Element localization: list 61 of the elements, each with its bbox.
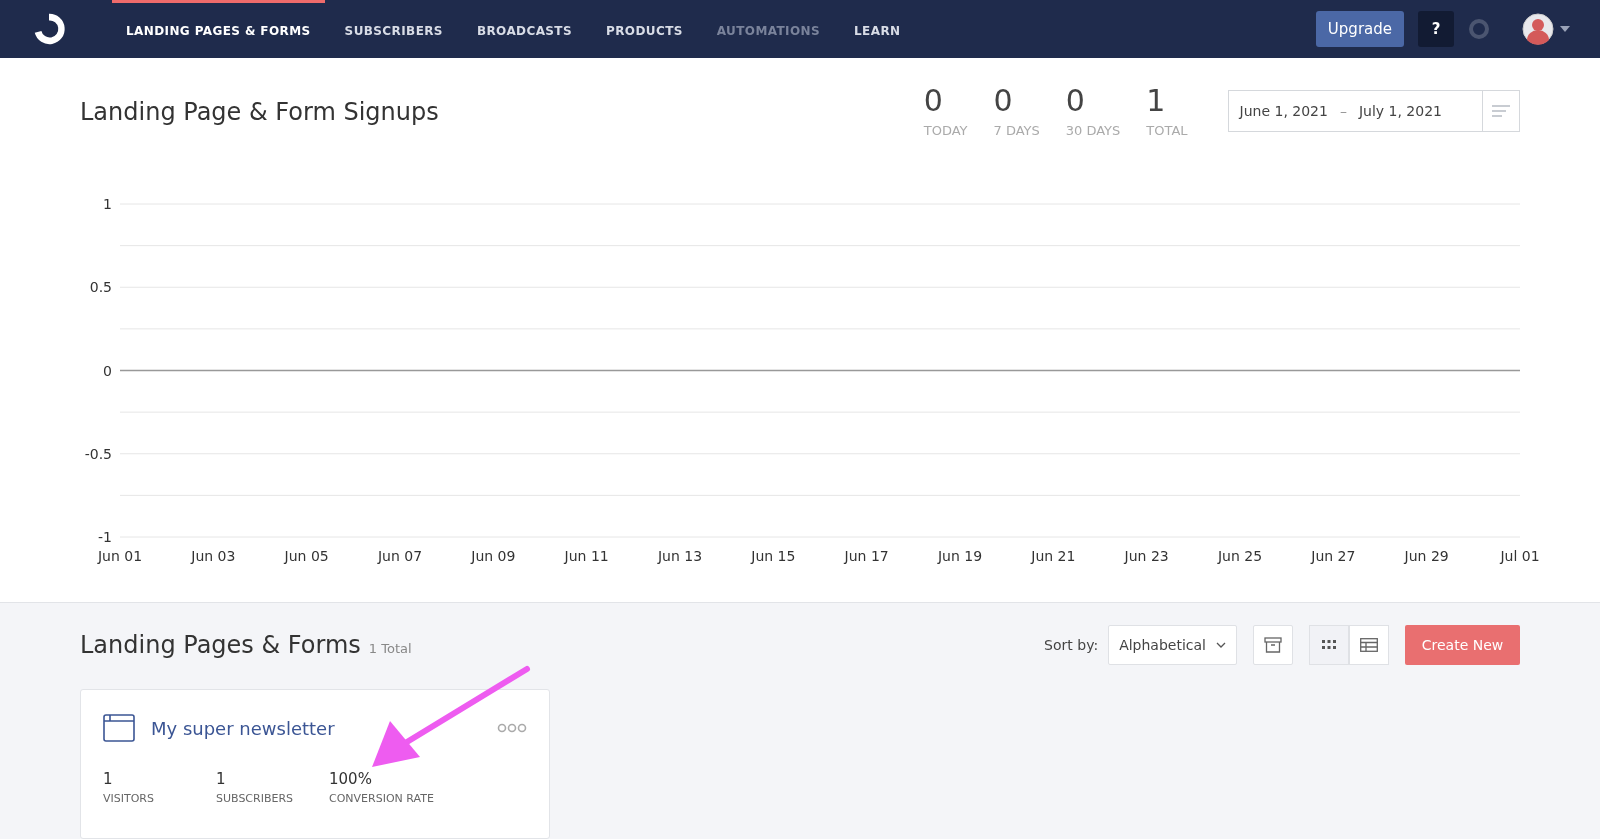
date-range-field[interactable]: June 1, 2021 – July 1, 2021 — [1227, 90, 1520, 132]
avatar-icon[interactable] — [1522, 13, 1554, 45]
grid-icon — [1322, 640, 1336, 650]
stat-label: TODAY — [923, 123, 968, 138]
table-view-button[interactable] — [1349, 625, 1389, 665]
end-date: July 1, 2021 — [1357, 103, 1443, 119]
axis-tick-label: Jun 25 — [1217, 548, 1263, 564]
axis-tick-label: Jun 05 — [284, 548, 329, 564]
stat-label: SUBSCRIBERS — [216, 792, 295, 805]
grid-view-button[interactable] — [1309, 625, 1349, 665]
stat-label: TOTAL — [1146, 123, 1188, 138]
chevron-icon — [1216, 642, 1226, 648]
axis-tick-label: Jul 01 — [1500, 548, 1540, 564]
stat-value: 100% — [329, 770, 373, 788]
axis-tick-label: Jun 17 — [844, 548, 889, 564]
stat-value: 1 — [103, 770, 114, 788]
axis-tick-label: Jun 23 — [1124, 548, 1169, 564]
section-title: Landing Page & Form Signups — [80, 98, 440, 126]
nav-tab[interactable]: BROADCASTS — [462, 0, 586, 58]
stat-label: CONVERSION RATE — [329, 792, 434, 805]
axis-tick-label: 0 — [103, 362, 112, 379]
axis-tick-label: Jun 13 — [657, 548, 703, 564]
table-icon — [1360, 638, 1378, 652]
stat-value: 0 — [1065, 84, 1086, 117]
stat-label: VISITORS — [103, 792, 155, 805]
stat-value: 0 — [923, 84, 944, 117]
stat-value: 1 — [216, 770, 227, 788]
stat-value: 1 — [1146, 84, 1167, 117]
axis-tick-label: Jun 29 — [1404, 548, 1449, 564]
archive-icon — [1264, 637, 1282, 653]
stat-label: 30 DAYS — [1065, 123, 1121, 138]
upgrade-button[interactable]: Upgrade — [1315, 11, 1404, 47]
axis-tick-label: Jun 03 — [191, 548, 236, 564]
date-separator: – — [1338, 103, 1348, 119]
axis-tick-label: Jun 11 — [564, 548, 609, 564]
axis-tick-label: Jun 07 — [377, 548, 423, 564]
axis-tick-label: Jun 01 — [97, 548, 143, 564]
help-button[interactable]: ? — [1418, 11, 1454, 47]
form-title-link[interactable]: My super newsletter — [151, 717, 335, 739]
caret-icon[interactable] — [1560, 26, 1570, 32]
total-count: 1 Total — [368, 641, 412, 656]
axis-tick-label: 1 — [103, 196, 112, 212]
axis-tick-label: Jun 15 — [751, 548, 796, 564]
nav-tab[interactable]: SUBSCRIBERS — [330, 0, 457, 58]
axis-tick-label: Jun 19 — [937, 548, 983, 564]
nav-tab[interactable]: PRODUCTS — [592, 0, 697, 58]
stat-value: 0 — [993, 84, 1014, 117]
axis-tick-label: Jun 27 — [1311, 548, 1356, 564]
start-date: June 1, 2021 — [1237, 103, 1329, 119]
stat-label: 7 DAYS — [993, 123, 1040, 138]
archive-button[interactable] — [1253, 625, 1293, 665]
sort-dropdown[interactable]: Alphabetical — [1108, 625, 1237, 665]
section-title: Landing Pages & Forms — [80, 631, 361, 659]
nav-tab[interactable]: LEARN — [840, 0, 915, 58]
axis-tick-label: Jun 09 — [471, 548, 516, 564]
sort-label: Sort by: — [1044, 637, 1099, 653]
axis-tick-label: -1 — [98, 529, 112, 545]
axis-tick-label: 0.5 — [89, 279, 112, 296]
axis-tick-label: Jun 21 — [1031, 548, 1076, 564]
browser-window-icon — [103, 714, 135, 742]
axis-tick-label: -0.5 — [84, 445, 112, 462]
